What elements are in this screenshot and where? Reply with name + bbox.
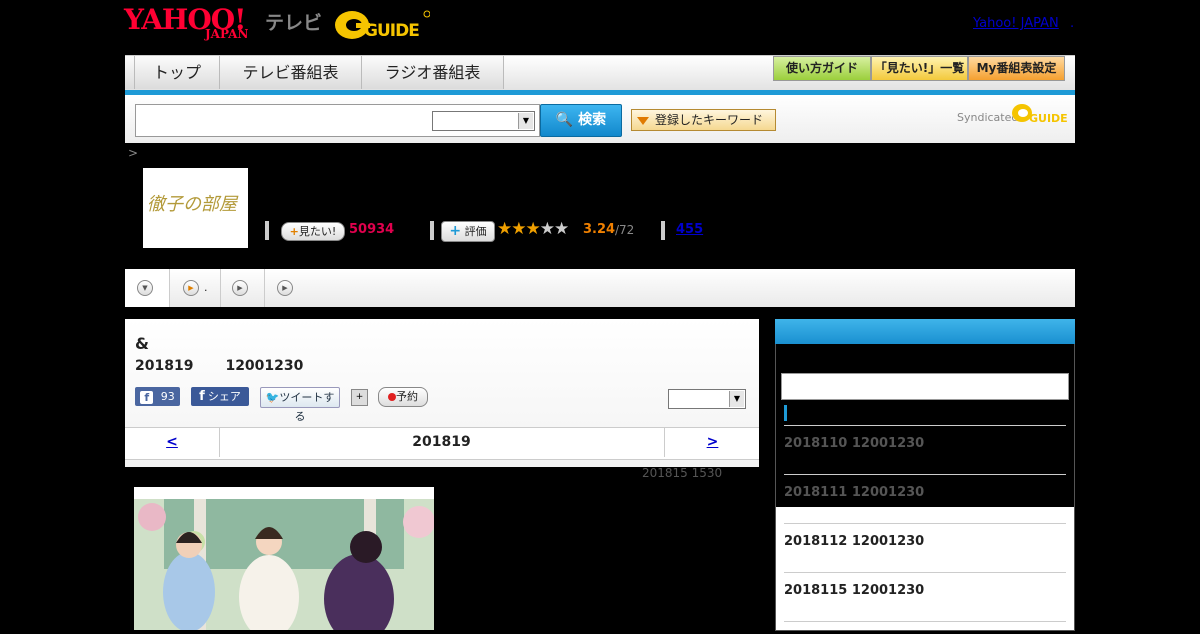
program-tab-2[interactable]: ▶ . (170, 269, 221, 307)
sidebar-episode-time: 12001230 (851, 534, 925, 549)
gguide-small-logo: GUIDE (1012, 104, 1067, 124)
registered-keywords-button[interactable]: 登録したキーワード (631, 109, 776, 131)
chevron-down-icon: ▼ (137, 280, 153, 296)
search-icon: 🔍 (555, 112, 574, 128)
last-updated-date: 201815 (642, 466, 688, 480)
broadcast-time: 12001230 (225, 358, 304, 374)
want-to-watch-button[interactable]: +見たい! (281, 222, 345, 241)
play-icon: ▶ (183, 280, 199, 296)
gguide-logo[interactable]: GUIDE (334, 8, 430, 40)
svg-text:GUIDE: GUIDE (364, 21, 419, 40)
keyword-button-label: 登録したキーワード (655, 113, 764, 127)
yahoo-japan-wordmark: JAPAN (205, 27, 249, 41)
search-category-select[interactable]: ▼ (432, 111, 535, 131)
plus-icon: + (289, 225, 299, 238)
last-updated-time: 1530 (691, 466, 723, 480)
thumbnail-title: 徹子の部屋 (147, 194, 237, 215)
pager-date: 201819 (412, 434, 471, 450)
record-dot-icon (388, 393, 396, 401)
star-icon: ★ (525, 219, 541, 239)
twitter-bird-icon: 🐦 (265, 391, 280, 404)
svg-text:GUIDE: GUIDE (1029, 112, 1067, 124)
play-icon: ▶ (277, 280, 293, 296)
program-tab-info[interactable]: ▼ (125, 269, 170, 307)
search-button[interactable]: 🔍 検索 (540, 104, 622, 137)
program-tab-3[interactable]: ▶ (221, 269, 265, 307)
episode-photo (134, 487, 435, 634)
rating-score: 3.24 (583, 222, 616, 237)
program-thumbnail: 徹子の部屋 (143, 168, 248, 248)
broadcast-datetime: 201819 12001230 (135, 358, 335, 374)
reserve-label: 予約 (396, 390, 418, 403)
broadcast-date: 201819 (135, 358, 194, 374)
sidebar-search-input[interactable] (781, 373, 1069, 400)
tv-label: テレビ (265, 12, 323, 34)
yahoo-japan-link[interactable]: Yahoo! JAPAN (973, 16, 1059, 31)
rating-stars: ★★★★★ (497, 219, 569, 239)
stat-divider (430, 221, 434, 240)
sidebar-header (775, 319, 1075, 344)
usage-guide-button[interactable]: 使い方ガイド (773, 56, 871, 81)
sidebar-episode-time: 12001230 (851, 436, 925, 451)
star-icon: ★ (497, 219, 512, 239)
sidebar-episode-time: 12001230 (851, 583, 925, 598)
stat-divider (265, 221, 269, 240)
prev-episode-link[interactable]: < (125, 428, 220, 457)
facebook-like-button[interactable]: f 93 (135, 387, 180, 406)
calendar-add-icon[interactable]: + (351, 389, 368, 406)
nav-tab-radio-listings[interactable]: ラジオ番組表 (362, 56, 504, 89)
review-count-link[interactable]: 455 (676, 222, 703, 237)
dropdown-arrow-icon (637, 116, 649, 125)
link-separator: . (1070, 16, 1075, 31)
recorder-select[interactable]: ▼ (668, 389, 746, 409)
tweet-button[interactable]: 🐦ツイートする (260, 387, 340, 423)
sidebar-episode-date: 2018115 (784, 583, 848, 598)
facebook-share-button[interactable]: f シェア (191, 387, 249, 406)
next-episode-link[interactable]: > (664, 428, 760, 457)
rate-button-label: 評価 (464, 225, 487, 238)
sidebar-rule (784, 621, 1066, 622)
sidebar-episode-item[interactable]: 2018115 12001230 (776, 573, 1074, 622)
sidebar-episode-item[interactable]: 2018112 12001230 (776, 524, 1074, 573)
rating-total: /72 (615, 223, 635, 237)
last-updated: 201815 1530 (642, 466, 722, 480)
star-icon: ★ (539, 219, 555, 239)
play-icon: ▶ (232, 280, 248, 296)
facebook-icon: f (140, 390, 154, 404)
plus-icon: + (449, 223, 462, 239)
stat-divider (661, 221, 665, 240)
chevron-down-icon: ▼ (518, 113, 533, 129)
sidebar-rule (784, 523, 1066, 524)
syndicated-label: Syndicated (957, 111, 1019, 124)
share-label: シェア (207, 390, 241, 403)
sidebar-episode-time: 12001230 (851, 485, 925, 500)
sidebar-episode-date: 2018112 (784, 534, 848, 549)
want-button-label: 見たい! (298, 225, 337, 238)
nav-spacer (125, 56, 135, 89)
nav-tab-top[interactable]: トップ (135, 56, 220, 89)
program-tab-2-label: . (204, 281, 208, 294)
my-listings-settings-button[interactable]: My番組表設定 (968, 56, 1065, 81)
nav-tab-tv-listings[interactable]: テレビ番組表 (220, 56, 362, 89)
want-list-button[interactable]: 「見たい!」一覧 (871, 56, 968, 81)
reserve-button[interactable]: 予約 (378, 387, 428, 407)
sidebar-episode-item[interactable]: 2018111 12001230 (776, 475, 1074, 507)
star-icon: ★ (554, 219, 569, 239)
breadcrumb-separator: > (128, 146, 139, 160)
star-icon: ★ (511, 219, 526, 239)
program-tab-4[interactable]: ▶ (265, 269, 305, 307)
sidebar-section-marker (784, 405, 787, 421)
sidebar-episode-date: 2018111 (784, 485, 848, 500)
want-count: 50934 (349, 222, 395, 237)
facebook-icon: f (199, 389, 205, 404)
episode-photo-scene (134, 499, 435, 634)
episode-title: & (135, 334, 149, 353)
search-button-label: 検索 (578, 112, 607, 128)
sidebar-episode-date: 2018110 (784, 436, 848, 451)
rate-button[interactable]: + 評価 (441, 221, 495, 242)
chevron-down-icon: ▼ (729, 391, 744, 407)
facebook-count: 93 (160, 390, 175, 403)
sidebar-episode-item[interactable]: 2018110 12001230 (776, 426, 1074, 475)
